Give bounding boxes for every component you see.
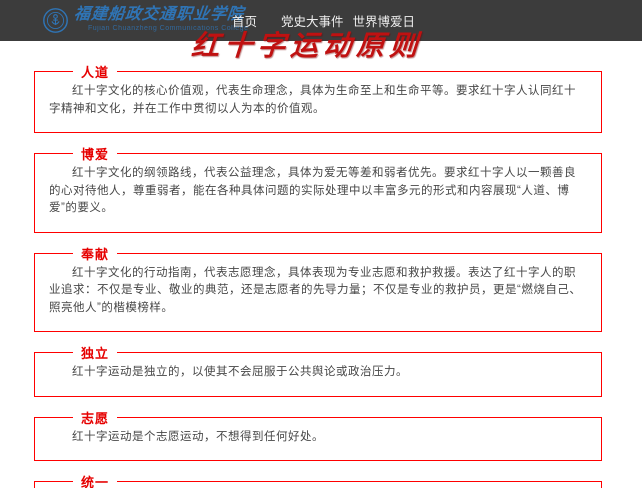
top-header-bar: 福建船政交通职业学院 Fujian Chuanzheng Communicati… — [0, 0, 642, 41]
school-name-cn: 福建船政交通职业学院 — [73, 5, 250, 25]
section-text: 红十字文化的纲领路线，代表公益理念，具体为爱无等差和弱者优先。要求红十字人以一颗… — [49, 165, 587, 218]
section-text: 红十字文化的核心价值观，代表生命理念，具体为生命至上和生命平等。要求红十字人认同… — [49, 83, 587, 118]
main-nav: 首页 党史大事件 世界博爱日 — [232, 0, 415, 41]
section-voluntary: 志愿 红十字运动是个志愿运动，不想得到任何好处。 — [34, 408, 602, 462]
section-title: 奉献 — [73, 244, 117, 263]
section-unity: 统一 为确保所有人都能得到帮助，一个国家只能有一个的红十字会，对所有人都一视同仁… — [34, 472, 602, 488]
school-logo[interactable]: 福建船政交通职业学院 Fujian Chuanzheng Communicati… — [42, 5, 248, 34]
section-humanity: 人道 红十字文化的核心价值观，代表生命理念，具体为生命至上和生命平等。要求红十字… — [34, 62, 602, 133]
section-title: 独立 — [73, 343, 117, 362]
school-logo-text: 福建船政交通职业学院 Fujian Chuanzheng Communicati… — [74, 5, 248, 32]
section-title: 统一 — [73, 472, 117, 488]
section-title: 志愿 — [73, 408, 117, 427]
section-independence: 独立 红十字运动是独立的，以使其不会屈服于公共舆论或政治压力。 — [34, 343, 602, 397]
section-title: 博爱 — [73, 144, 117, 163]
section-text: 红十字运动是独立的，以使其不会屈服于公共舆论或政治压力。 — [49, 364, 587, 382]
nav-item-party-history[interactable]: 党史大事件 — [281, 11, 344, 30]
nav-item-home[interactable]: 首页 — [232, 11, 257, 30]
section-title: 人道 — [73, 62, 117, 81]
section-text: 红十字文化的行动指南，代表志愿理念，具体表现为专业志愿和救护救援。表达了红十字人… — [49, 265, 587, 318]
school-emblem-icon — [42, 7, 69, 34]
principles-list: 人道 红十字文化的核心价值观，代表生命理念，具体为生命至上和生命平等。要求红十字… — [0, 62, 642, 488]
nav-item-world-philanthropy-day[interactable]: 世界博爱日 — [353, 11, 416, 30]
section-fraternity: 博爱 红十字文化的纲领路线，代表公益理念，具体为爱无等差和弱者优先。要求红十字人… — [34, 144, 602, 233]
school-name-en: Fujian Chuanzheng Communications College — [88, 25, 248, 32]
section-dedication: 奉献 红十字文化的行动指南，代表志愿理念，具体表现为专业志愿和救护救援。表达了红… — [34, 244, 602, 333]
section-text: 红十字运动是个志愿运动，不想得到任何好处。 — [49, 429, 587, 447]
